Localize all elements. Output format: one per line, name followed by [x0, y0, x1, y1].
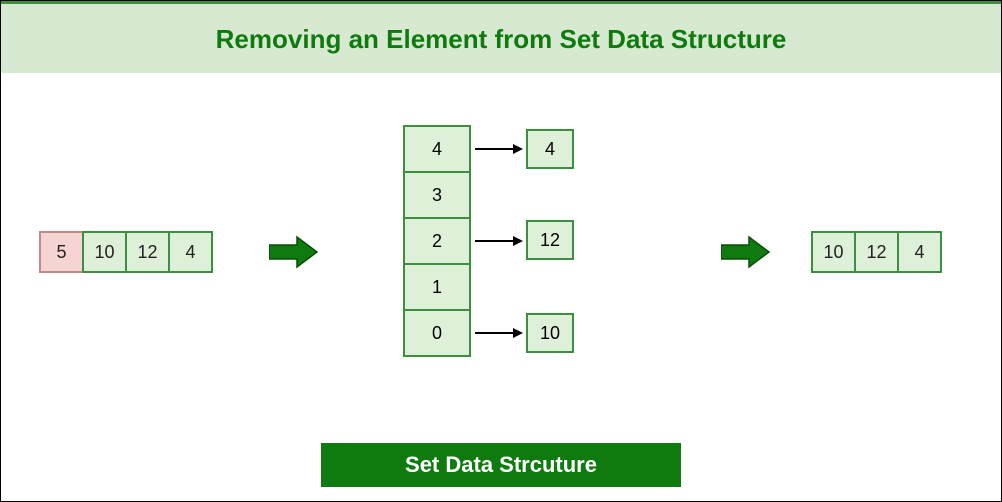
- link-arrow-icon: [473, 139, 523, 159]
- link-arrow-icon: [473, 231, 523, 251]
- array-cell: 12: [125, 231, 170, 273]
- arrow-right-icon: [721, 235, 771, 269]
- array-cell: 5: [39, 231, 84, 273]
- diagram-frame: Removing an Element from Set Data Struct…: [0, 0, 1002, 502]
- hash-node: 12: [526, 220, 574, 260]
- diagram-content: 5 10 12 4 4 3 2 1 0 4: [1, 73, 1001, 433]
- bucket: 4: [403, 125, 471, 173]
- diagram-title: Removing an Element from Set Data Struct…: [216, 24, 787, 54]
- array-cell: 12: [854, 231, 899, 273]
- hash-node: 10: [526, 313, 574, 353]
- hash-node: 4: [526, 129, 574, 169]
- array-cell: 10: [811, 231, 856, 273]
- array-cell: 10: [82, 231, 127, 273]
- header-banner: Removing an Element from Set Data Struct…: [1, 1, 1001, 73]
- output-array: 10 12 4: [811, 231, 942, 273]
- footer-label: Set Data Strcuture: [405, 452, 597, 478]
- bucket: 2: [403, 217, 471, 265]
- bucket: 1: [403, 263, 471, 311]
- footer-banner: Set Data Strcuture: [321, 443, 681, 487]
- link-arrow-icon: [473, 323, 523, 343]
- array-cell: 4: [897, 231, 942, 273]
- bucket: 3: [403, 171, 471, 219]
- arrow-right-icon: [269, 235, 319, 269]
- hash-table: 4 3 2 1 0: [403, 125, 471, 357]
- input-array: 5 10 12 4: [39, 231, 213, 273]
- bucket: 0: [403, 309, 471, 357]
- array-cell: 4: [168, 231, 213, 273]
